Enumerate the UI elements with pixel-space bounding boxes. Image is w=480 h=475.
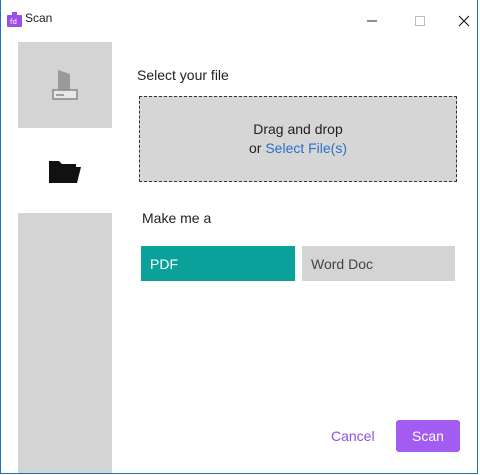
folder-open-icon: [49, 160, 81, 183]
close-icon: [458, 15, 470, 27]
file-dropzone[interactable]: Drag and drop or Select File(s): [139, 96, 457, 182]
window-title: Scan: [25, 11, 53, 25]
or-text: or: [248, 140, 262, 156]
select-files-line: or Select File(s): [249, 139, 347, 158]
app-logo-icon: fd: [7, 12, 22, 27]
svg-text:fd: fd: [10, 18, 17, 26]
scanner-icon: [52, 70, 78, 100]
format-option-pdf[interactable]: PDF: [141, 246, 295, 281]
minimize-icon: [367, 20, 377, 22]
drag-drop-text: Drag and drop: [253, 121, 343, 137]
maximize-button[interactable]: [397, 0, 443, 42]
close-button[interactable]: [441, 0, 477, 42]
sidebar-empty-area: [18, 213, 112, 473]
select-file-label: Select your file: [137, 67, 229, 83]
maximize-icon: [415, 16, 425, 26]
select-files-link[interactable]: Select File(s): [265, 140, 347, 156]
title-bar: fd Scan: [1, 0, 477, 42]
scan-button[interactable]: Scan: [396, 420, 460, 452]
format-option-word[interactable]: Word Doc: [302, 246, 455, 281]
make-me-label: Make me a: [142, 210, 212, 226]
scan-window: fd Scan Select your file Drag and drop o…: [0, 0, 478, 474]
sidebar: [18, 42, 112, 473]
sidebar-item-folder[interactable]: [18, 128, 112, 213]
minimize-button[interactable]: [349, 0, 395, 42]
cancel-button[interactable]: Cancel: [331, 428, 375, 444]
sidebar-item-scanner[interactable]: [18, 42, 112, 128]
